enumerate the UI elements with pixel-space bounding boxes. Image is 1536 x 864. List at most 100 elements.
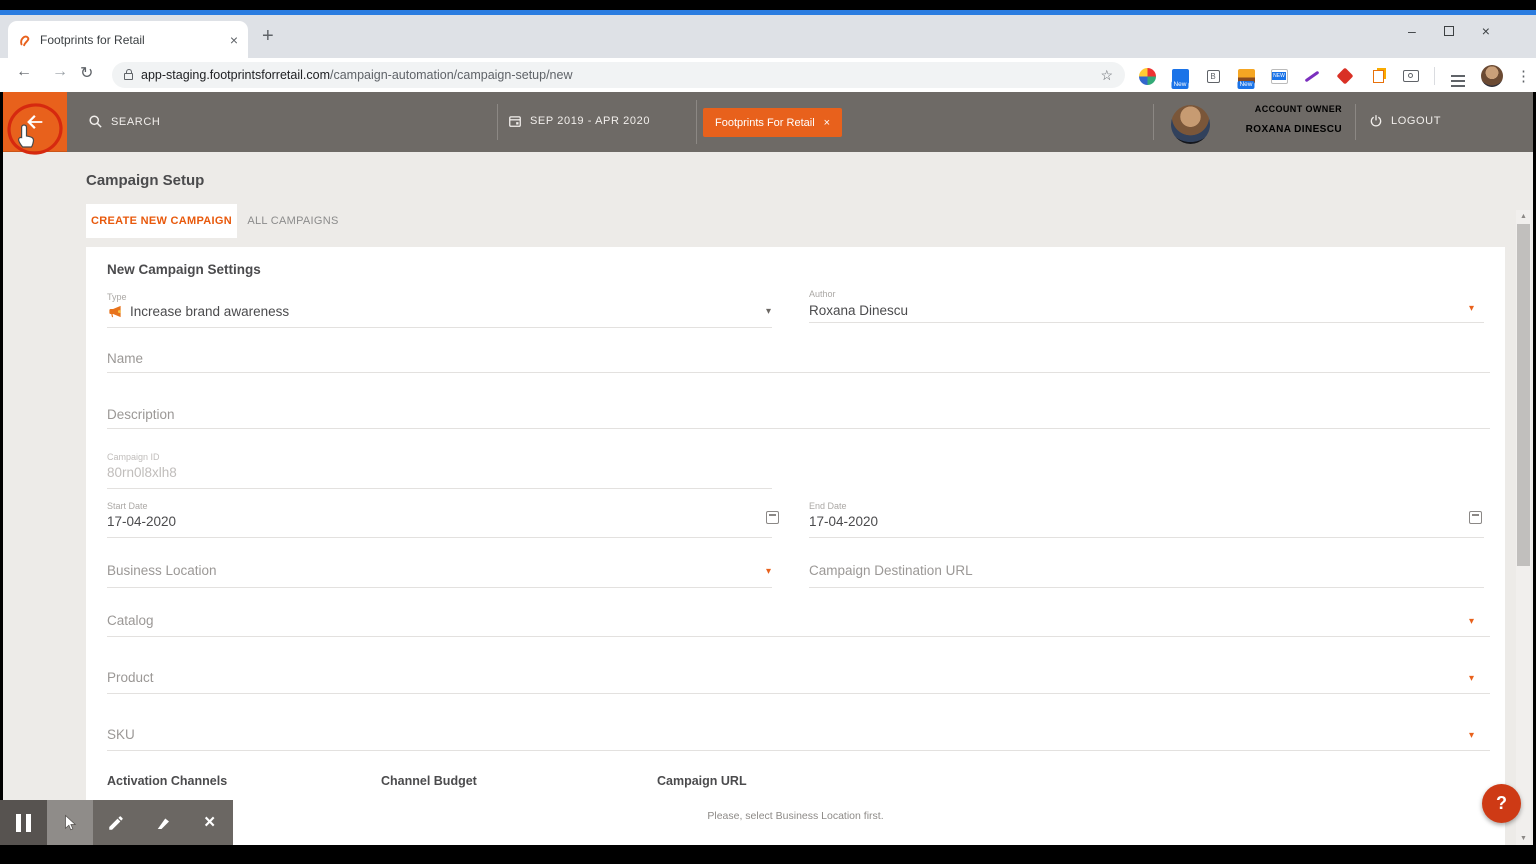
browser-menu-icon[interactable]: ⋮ [1516, 67, 1531, 85]
window-maximize-icon[interactable] [1443, 26, 1454, 36]
pause-button[interactable] [0, 800, 47, 845]
field-underline [107, 327, 772, 328]
tab-title: Footprints for Retail [40, 32, 145, 47]
scrollbar-thumb[interactable] [1517, 224, 1530, 566]
field-underline [107, 488, 772, 489]
annotation-toolbar: × [0, 800, 233, 845]
filter-chip[interactable]: Footprints For Retail × [703, 108, 843, 137]
chevron-down-icon[interactable]: ▾ [1469, 303, 1474, 314]
calendar-icon [509, 116, 521, 127]
scroll-up-icon[interactable]: ▲ [1516, 213, 1531, 220]
sku-select[interactable]: SKU [107, 727, 135, 742]
tab-all-campaigns[interactable]: ALL CAMPAIGNS [237, 204, 349, 238]
chevron-down-icon[interactable]: ▾ [1469, 616, 1474, 627]
bookmark-star-icon[interactable]: ☆ [1100, 67, 1113, 84]
extension-copy-pages-icon[interactable] [1368, 66, 1388, 86]
account-avatar[interactable] [1171, 105, 1210, 144]
pencil-icon [109, 815, 124, 830]
divider [696, 100, 697, 144]
logout-button[interactable]: LOGOUT [1369, 114, 1441, 128]
logout-label: LOGOUT [1391, 115, 1442, 127]
page-title: Campaign Setup [86, 172, 205, 189]
extension-pen-icon[interactable] [1302, 66, 1322, 86]
field-underline [809, 322, 1484, 323]
account-name: ROXANA DINESCU [1245, 124, 1342, 135]
extension-screenshot-icon[interactable]: New [1170, 66, 1190, 89]
reading-list-icon[interactable] [1448, 66, 1468, 86]
browser-tab[interactable]: Footprints for Retail × [8, 21, 248, 58]
tab-create-new-campaign[interactable]: CREATE NEW CAMPAIGN [86, 204, 237, 238]
field-underline [107, 750, 1490, 751]
megaphone-icon [109, 305, 121, 318]
url-text[interactable]: app-staging.footprintsforretail.com/camp… [141, 68, 572, 82]
extension-color-wheel-icon[interactable] [1137, 66, 1157, 86]
cursor-tool-button[interactable] [46, 800, 94, 845]
extension-new-banner-icon[interactable]: NEW [1269, 66, 1289, 86]
chevron-down-icon[interactable]: ▾ [766, 306, 771, 317]
name-input[interactable]: Name [107, 351, 143, 366]
sidebar-item-back[interactable] [3, 92, 67, 152]
account-role: ACCOUNT OWNER [1254, 104, 1342, 114]
field-underline [107, 587, 772, 588]
description-input[interactable]: Description [107, 407, 175, 422]
date-range-picker[interactable]: SEP 2019 - APR 2020 [508, 114, 650, 128]
main-content: Campaign Setup CREATE NEW CAMPAIGN ALL C… [3, 152, 1533, 845]
divider [1434, 67, 1435, 85]
chip-close-icon[interactable]: × [824, 117, 830, 129]
arrow-left-icon [27, 114, 43, 129]
favicon-footprints-icon [20, 35, 30, 46]
pencil-tool-button[interactable] [93, 800, 140, 845]
author-select[interactable]: Roxana Dinescu [809, 303, 908, 318]
extension-tag-icon[interactable]: B [1203, 66, 1223, 86]
campaign-id-value: 80rn0l8xlh8 [107, 465, 177, 480]
author-label: Author [809, 289, 836, 299]
browser-profile-avatar[interactable] [1481, 65, 1503, 87]
field-underline [107, 428, 1490, 429]
window-minimize-icon[interactable]: – [1408, 23, 1416, 39]
close-toolbar-button[interactable]: × [186, 800, 233, 845]
filter-chip-label: Footprints For Retail [715, 116, 815, 129]
screenshot-stage: Footprints for Retail × + – × ← → ↻ app-… [0, 0, 1536, 864]
catalog-select[interactable]: Catalog [107, 613, 154, 628]
browser-reload-icon[interactable]: ↻ [80, 63, 93, 83]
scroll-down-icon[interactable]: ▼ [1516, 835, 1531, 842]
end-date-label: End Date [809, 501, 847, 511]
search-control[interactable]: SEARCH [88, 114, 160, 129]
type-label: Type [107, 292, 127, 302]
chevron-down-icon[interactable]: ▾ [1469, 673, 1474, 684]
field-underline [107, 636, 1490, 637]
activation-channels-heading: Activation Channels [107, 774, 228, 788]
browser-forward-icon[interactable]: → [52, 63, 68, 81]
new-tab-button[interactable]: + [262, 25, 274, 48]
extension-red-shape-icon[interactable] [1335, 66, 1355, 86]
calendar-icon[interactable] [1469, 511, 1482, 524]
product-select[interactable]: Product [107, 670, 154, 685]
field-underline [809, 587, 1484, 588]
window-close-icon[interactable]: × [1482, 23, 1490, 39]
extension-camera-icon[interactable] [1401, 66, 1421, 86]
type-select[interactable]: Increase brand awareness [130, 304, 289, 319]
field-underline [809, 537, 1484, 538]
help-button[interactable]: ? [1482, 784, 1521, 823]
calendar-icon[interactable] [766, 511, 779, 524]
campaign-id-label: Campaign ID [107, 452, 160, 462]
power-icon [1370, 115, 1382, 127]
start-date-label: Start Date [107, 501, 148, 511]
lock-icon [124, 69, 133, 80]
omnibox[interactable]: app-staging.footprintsforretail.com/camp… [112, 62, 1125, 88]
start-date-input[interactable]: 17-04-2020 [107, 514, 176, 529]
scrollbar[interactable]: ▲ ▼ [1516, 210, 1531, 845]
chevron-down-icon[interactable]: ▾ [766, 566, 771, 577]
browser-back-icon[interactable]: ← [16, 63, 32, 81]
close-icon: × [204, 811, 216, 833]
end-date-input[interactable]: 17-04-2020 [809, 514, 878, 529]
campaign-destination-url-input[interactable]: Campaign Destination URL [809, 563, 973, 578]
extension-sunset-icon[interactable]: New [1236, 66, 1256, 89]
eraser-tool-button[interactable] [139, 800, 187, 845]
chevron-down-icon[interactable]: ▾ [1469, 730, 1474, 741]
campaign-url-heading: Campaign URL [657, 774, 747, 788]
business-location-notice: Please, select Business Location first. [707, 810, 884, 822]
campaign-form-card: New Campaign Settings Type Increase bran… [86, 247, 1505, 845]
business-location-select[interactable]: Business Location [107, 563, 217, 578]
tab-close-icon[interactable]: × [230, 32, 238, 48]
